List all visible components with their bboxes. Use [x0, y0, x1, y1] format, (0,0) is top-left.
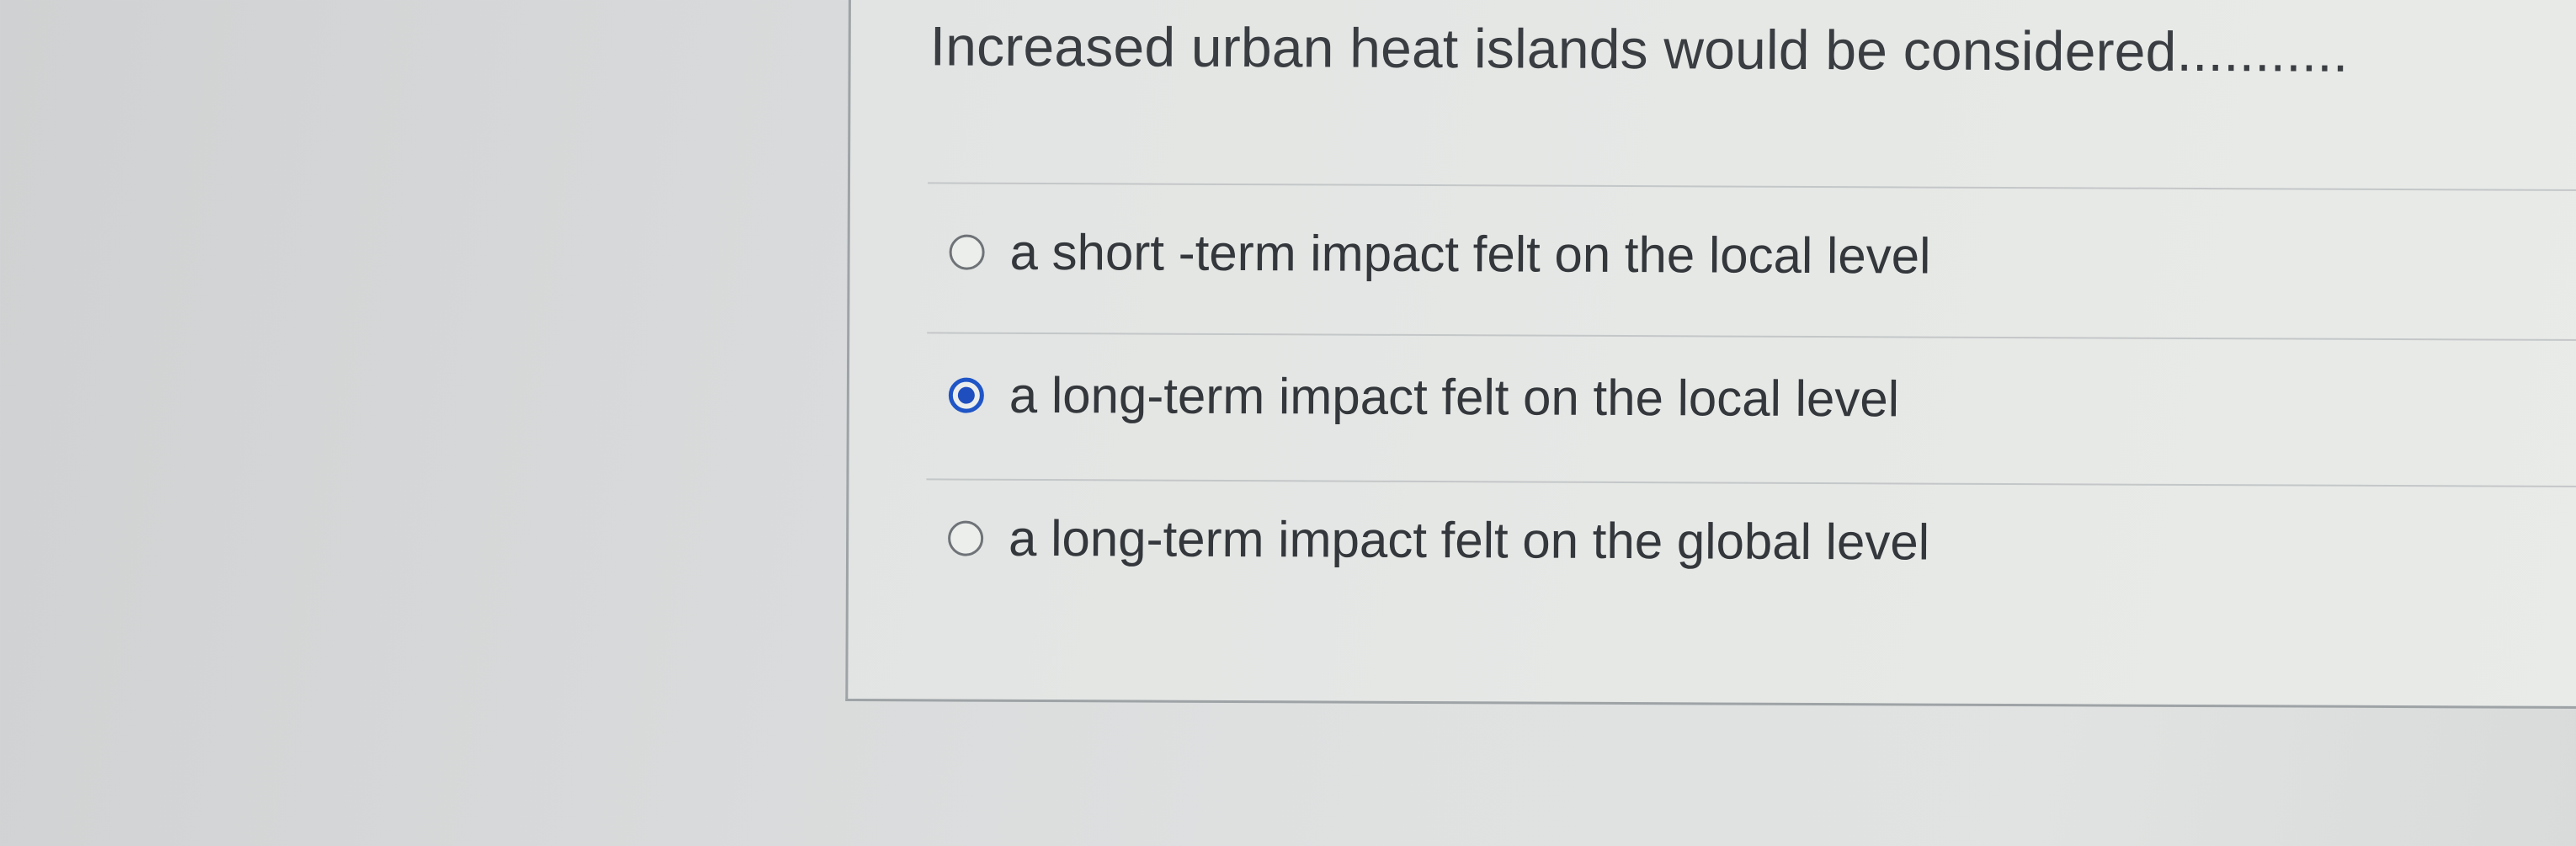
question-card: Increased urban heat islands would be co…	[845, 0, 2576, 710]
radio-button-unchecked[interactable]	[948, 520, 984, 556]
option-short-term-local[interactable]: a short -term impact felt on the local l…	[949, 223, 1931, 285]
divider	[927, 182, 2576, 192]
option-label: a short -term impact felt on the local l…	[1009, 223, 1931, 285]
option-label: a long-term impact felt on the global le…	[1008, 509, 1930, 571]
option-long-term-local[interactable]: a long-term impact felt on the local lev…	[948, 366, 1900, 428]
option-label: a long-term impact felt on the local lev…	[1009, 366, 1900, 428]
radio-button-unchecked[interactable]	[949, 234, 985, 270]
option-long-term-global[interactable]: a long-term impact felt on the global le…	[948, 509, 1929, 572]
divider	[927, 332, 2576, 342]
divider	[926, 478, 2576, 488]
radio-button-checked[interactable]	[948, 377, 984, 413]
question-text: Increased urban heat islands would be co…	[929, 14, 2349, 83]
